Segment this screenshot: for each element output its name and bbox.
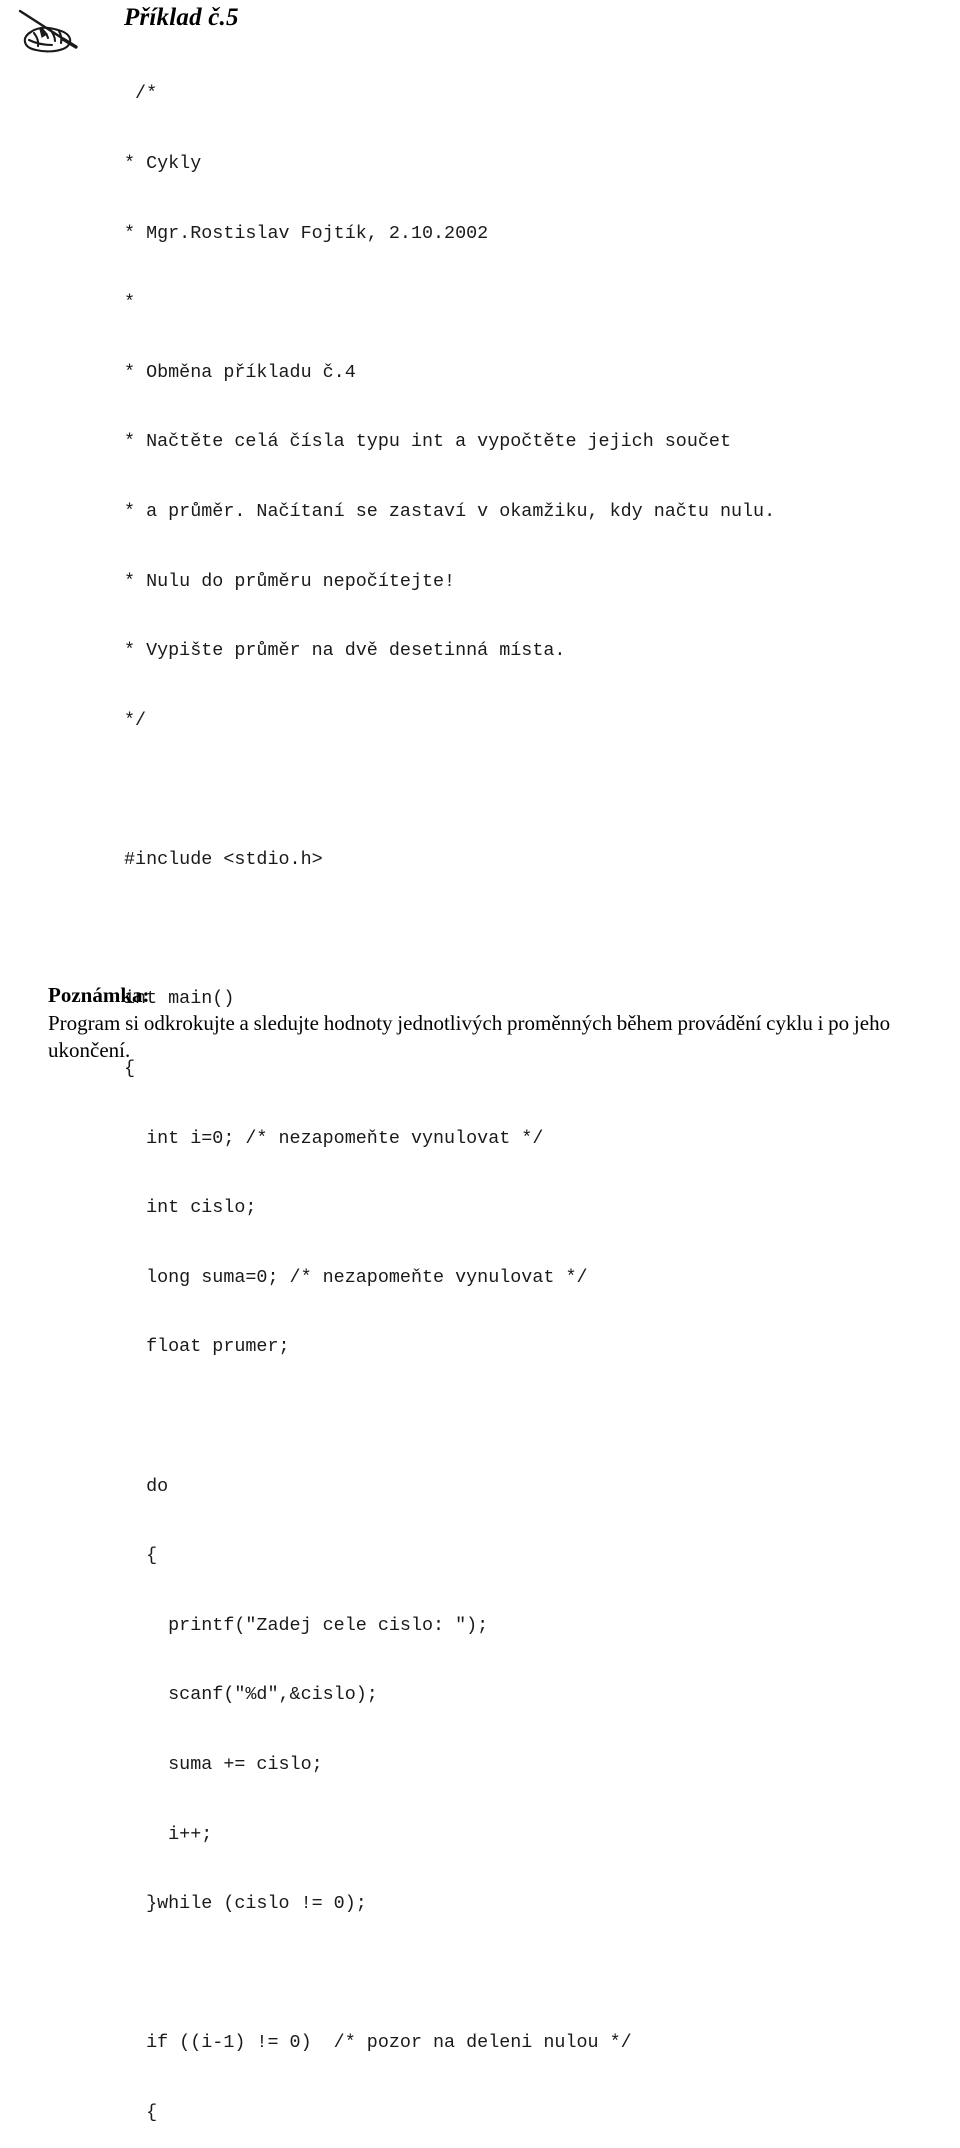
- note-body: Program si odkrokujte a sledujte hodnoty…: [48, 1010, 895, 1063]
- code-line: printf("Zadej cele cislo: ");: [124, 1614, 489, 1636]
- code-line: suma += cislo;: [124, 1753, 323, 1775]
- code-line: #include <stdio.h>: [124, 849, 323, 871]
- code-line: * Nulu do průměru nepočítejte!: [124, 570, 456, 592]
- code-line: i++;: [124, 1823, 213, 1845]
- code-line: {: [124, 1545, 158, 1567]
- code-line: *: [124, 292, 136, 314]
- code-line: if ((i-1) != 0) /* pozor na deleni nulou…: [124, 2032, 632, 2054]
- code-line: * Obměna příkladu č.4: [124, 361, 356, 383]
- document-page: Příklad č.5 /* * Cykly * Mgr.Rostislav F…: [0, 0, 960, 2123]
- code-line: * Cykly: [124, 153, 202, 175]
- code-line: {: [124, 2102, 158, 2124]
- code-line: int cislo;: [124, 1197, 257, 1219]
- source-code-listing: /* * Cykly * Mgr.Rostislav Fojtík, 2.10.…: [124, 36, 944, 2148]
- hand-with-pen-icon: [14, 6, 104, 66]
- code-line: int i=0; /* nezapomeňte vynulovat */: [124, 1127, 544, 1149]
- code-line: * Mgr.Rostislav Fojtík, 2.10.2002: [124, 222, 489, 244]
- note-heading: Poznámka:: [48, 983, 150, 1007]
- code-line: }while (cislo != 0);: [124, 1893, 367, 1915]
- code-line: float prumer;: [124, 1336, 290, 1358]
- code-line: long suma=0; /* nezapomeňte vynulovat */: [124, 1266, 588, 1288]
- code-line: * Načtěte celá čísla typu int a vypočtět…: [124, 431, 731, 453]
- code-line: /*: [124, 83, 158, 105]
- code-line: do: [124, 1475, 169, 1497]
- page-title: Příklad č.5: [124, 4, 239, 31]
- code-line: scanf("%d",&cislo);: [124, 1684, 378, 1706]
- note-section: Poznámka: Program si odkrokujte a sleduj…: [48, 982, 948, 1065]
- code-line: * Vypište průměr na dvě desetinná místa.: [124, 640, 566, 662]
- code-line: * a průměr. Načítaní se zastaví v okamži…: [124, 501, 776, 523]
- code-line: */: [124, 709, 147, 731]
